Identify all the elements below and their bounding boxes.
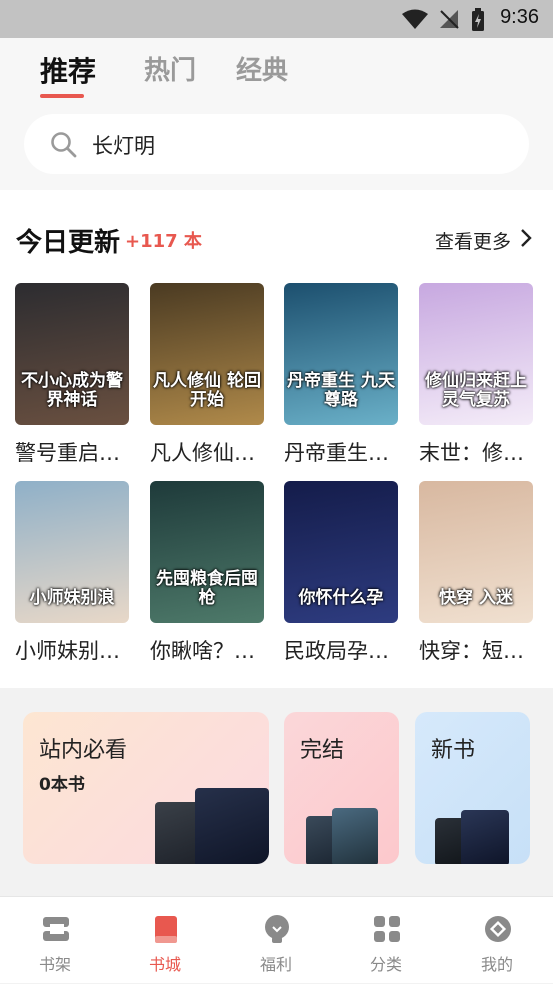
nav-label: 分类 bbox=[369, 955, 402, 974]
book-cover[interactable]: 快穿 入迷 bbox=[419, 481, 533, 623]
nav-bookstore[interactable]: 书城 bbox=[110, 897, 220, 984]
book-cover[interactable]: 你怀什么孕 bbox=[284, 481, 398, 623]
book-title: 小师妹别… bbox=[15, 639, 120, 663]
search-query: 长灯明 bbox=[92, 134, 155, 158]
book-item[interactable]: 你怀什么孕民政局孕… bbox=[284, 481, 398, 665]
status-bar: 9:36 bbox=[0, 0, 553, 38]
cover-text: 快穿 入迷 bbox=[439, 588, 513, 609]
search-icon bbox=[51, 132, 77, 158]
tab-classic[interactable]: 经典 bbox=[236, 50, 288, 87]
book-cover[interactable]: 小师妹别浪 bbox=[15, 481, 129, 623]
bottom-nav: 书架 书城 福利 分类 我的 bbox=[0, 896, 553, 983]
active-tab-indicator bbox=[40, 94, 84, 98]
card-title: 新书 bbox=[431, 738, 476, 763]
tab-recommend[interactable]: 推荐 bbox=[40, 50, 96, 90]
battery-icon bbox=[472, 8, 484, 31]
book-item[interactable]: 丹帝重生 九天尊路丹帝重生… bbox=[284, 283, 398, 467]
book-item[interactable]: 小师妹别浪小师妹别… bbox=[15, 481, 129, 665]
search-bar[interactable]: 长灯明 bbox=[24, 114, 529, 174]
category-icon bbox=[374, 916, 400, 942]
card-subtitle: 0本书 bbox=[39, 775, 85, 795]
book-item[interactable]: 修仙归来赶上灵气复苏末世：修… bbox=[419, 283, 533, 467]
book-cover[interactable]: 丹帝重生 九天尊路 bbox=[284, 283, 398, 425]
book-cover[interactable]: 修仙归来赶上灵气复苏 bbox=[419, 283, 533, 425]
cover-text: 小师妹别浪 bbox=[29, 588, 115, 609]
book-title: 民政局孕… bbox=[284, 639, 389, 663]
book-thumb bbox=[195, 788, 269, 864]
book-cover[interactable]: 先囤粮食后囤枪 bbox=[150, 481, 264, 623]
nav-label: 我的 bbox=[480, 955, 513, 974]
new-books-card[interactable]: 新书 bbox=[415, 712, 530, 864]
cover-text: 凡人修仙 轮回开始 bbox=[153, 370, 261, 411]
nav-bookshelf[interactable]: 书架 bbox=[0, 897, 110, 984]
book-item[interactable]: 不小心成为警界神话警号重启… bbox=[15, 283, 129, 467]
book-cover[interactable]: 凡人修仙 轮回开始 bbox=[150, 283, 264, 425]
header: 推荐 热门 经典 长灯明 bbox=[0, 38, 553, 190]
book-title: 末世：修… bbox=[419, 441, 524, 465]
book-item[interactable]: 凡人修仙 轮回开始凡人修仙… bbox=[150, 283, 264, 467]
book-thumb bbox=[332, 808, 378, 864]
status-time: 9:36 bbox=[500, 6, 539, 28]
nav-category[interactable]: 分类 bbox=[331, 897, 441, 984]
cover-text: 不小心成为警界神话 bbox=[21, 370, 123, 411]
nav-label: 书架 bbox=[38, 955, 71, 974]
card-title: 站内必看 bbox=[39, 738, 128, 763]
wifi-icon bbox=[402, 9, 428, 29]
completed-card[interactable]: 完结 bbox=[284, 712, 399, 864]
cover-text: 你怀什么孕 bbox=[298, 588, 384, 609]
book-title: 快穿：短… bbox=[419, 639, 524, 663]
cover-text: 先囤粮食后囤枪 bbox=[156, 568, 258, 609]
welfare-icon bbox=[265, 915, 289, 943]
book-item[interactable]: 快穿 入迷快穿：短… bbox=[419, 481, 533, 665]
no-signal-icon bbox=[440, 10, 459, 29]
book-thumb bbox=[461, 810, 509, 864]
section-title: 今日更新 bbox=[16, 228, 121, 258]
update-count: +117 本 bbox=[125, 231, 202, 252]
nav-profile[interactable]: 我的 bbox=[442, 897, 552, 984]
tab-hot[interactable]: 热门 bbox=[144, 50, 196, 87]
book-cover[interactable]: 不小心成为警界神话 bbox=[15, 283, 129, 425]
see-more-link[interactable]: 查看更多 bbox=[435, 227, 511, 254]
bookshelf-icon bbox=[43, 917, 69, 941]
nav-label: 书城 bbox=[148, 955, 181, 974]
booklists-section: 站内必看 0本书 完结 新书 bbox=[0, 688, 553, 886]
must-read-card[interactable]: 站内必看 0本书 bbox=[23, 712, 269, 864]
bookstore-icon bbox=[155, 916, 177, 943]
cover-text: 丹帝重生 九天尊路 bbox=[287, 370, 395, 411]
nav-welfare[interactable]: 福利 bbox=[221, 897, 331, 984]
book-title: 丹帝重生… bbox=[284, 441, 389, 465]
cover-text: 修仙归来赶上灵气复苏 bbox=[425, 370, 527, 411]
nav-label: 福利 bbox=[259, 955, 292, 974]
book-item[interactable]: 先囤粮食后囤枪你瞅啥？… bbox=[150, 481, 264, 665]
book-title: 凡人修仙… bbox=[150, 441, 255, 465]
card-title: 完结 bbox=[300, 738, 345, 763]
book-title: 警号重启… bbox=[15, 441, 120, 465]
profile-icon bbox=[485, 916, 511, 942]
daily-updates-section: 今日更新 +117 本 查看更多 不小心成为警界神话 警号重启… 凡人修仙 轮回开始… bbox=[0, 190, 553, 688]
book-title: 你瞅啥？… bbox=[150, 639, 255, 663]
chevron-right-icon[interactable] bbox=[519, 228, 533, 248]
